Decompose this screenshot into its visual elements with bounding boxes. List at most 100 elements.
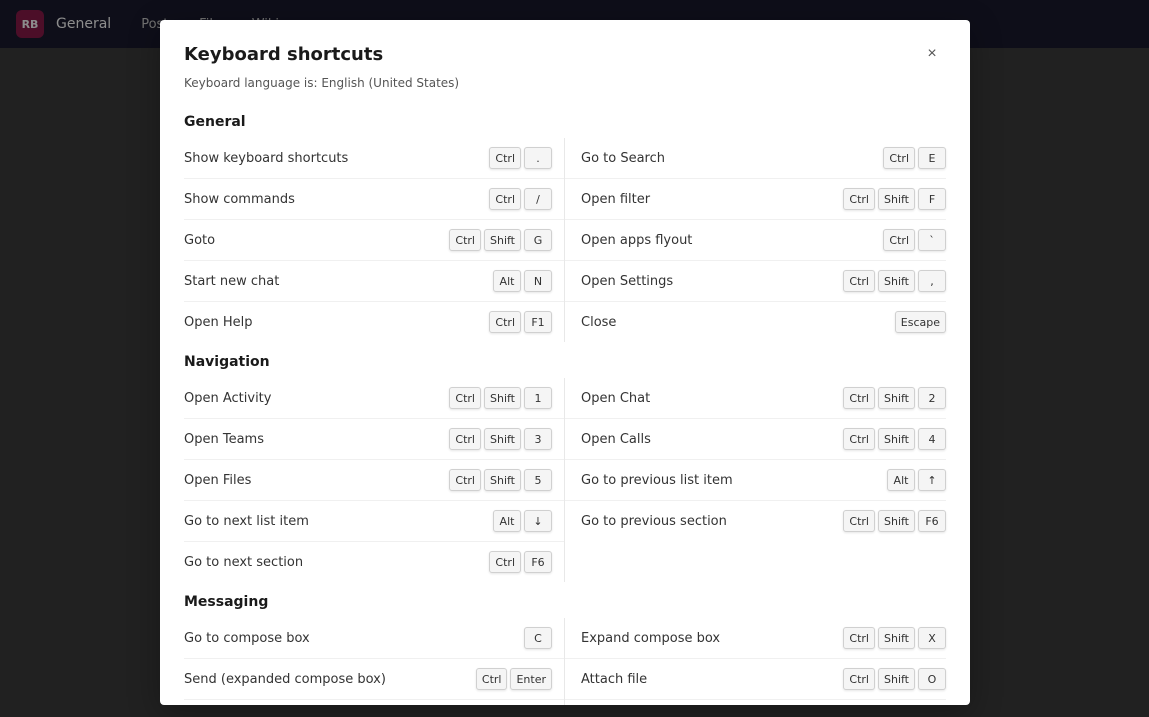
messaging-left-col: Go to compose box C Send (expanded compo… <box>184 618 565 705</box>
shortcut-go-to-next-section: Go to next section Ctrl F6 <box>184 542 564 582</box>
key: F6 <box>524 551 552 573</box>
key: E <box>918 147 946 169</box>
shortcut-start-new-chat: Start new chat Alt N <box>184 261 564 302</box>
key: ↓ <box>524 510 552 532</box>
shortcut-attach-file: Attach file Ctrl Shift O <box>565 659 946 700</box>
key: Ctrl <box>843 270 875 292</box>
general-left-col: Show keyboard shortcuts Ctrl . Show comm… <box>184 138 565 342</box>
key: 1 <box>524 387 552 409</box>
key: ↑ <box>918 469 946 491</box>
navigation-left-col: Open Activity Ctrl Shift 1 Open Teams Ct… <box>184 378 565 582</box>
general-shortcuts-grid: Show keyboard shortcuts Ctrl . Show comm… <box>184 138 946 342</box>
key: O <box>918 668 946 690</box>
key: Ctrl <box>843 428 875 450</box>
key: Alt <box>493 270 521 292</box>
key: Ctrl <box>476 668 508 690</box>
key: 2 <box>918 387 946 409</box>
shortcut-go-to-previous-section: Go to previous section Ctrl Shift F6 <box>565 501 946 541</box>
key: G <box>524 229 552 251</box>
shortcut-close: Close Escape <box>565 302 946 342</box>
key: Shift <box>878 270 915 292</box>
key: Ctrl <box>843 188 875 210</box>
key: Ctrl <box>489 311 521 333</box>
key: , <box>918 270 946 292</box>
shortcut-go-to-compose-box: Go to compose box C <box>184 618 564 659</box>
key: Ctrl <box>449 387 481 409</box>
key: Shift <box>878 510 915 532</box>
navigation-shortcuts-grid: Open Activity Ctrl Shift 1 Open Teams Ct… <box>184 378 946 582</box>
key: Ctrl <box>883 147 915 169</box>
key: Shift <box>878 428 915 450</box>
key: C <box>524 627 552 649</box>
key: Shift <box>878 387 915 409</box>
shortcut-expand-compose-box: Expand compose box Ctrl Shift X <box>565 618 946 659</box>
key: Ctrl <box>489 551 521 573</box>
shortcut-open-calls: Open Calls Ctrl Shift 4 <box>565 419 946 460</box>
close-button[interactable]: × <box>918 40 946 68</box>
section-navigation-title: Navigation <box>184 354 946 370</box>
key: X <box>918 627 946 649</box>
key: Alt <box>887 469 915 491</box>
key: ` <box>918 229 946 251</box>
key: 5 <box>524 469 552 491</box>
key: Shift <box>484 387 521 409</box>
messaging-shortcuts-grid: Go to compose box C Send (expanded compo… <box>184 618 946 705</box>
key: . <box>524 147 552 169</box>
general-right-col: Go to Search Ctrl E Open filter Ctrl Shi… <box>565 138 946 342</box>
section-messaging-title: Messaging <box>184 594 946 610</box>
key: Shift <box>878 188 915 210</box>
key: F <box>918 188 946 210</box>
key: Ctrl <box>449 469 481 491</box>
shortcut-open-filter: Open filter Ctrl Shift F <box>565 179 946 220</box>
shortcut-go-to-search: Go to Search Ctrl E <box>565 138 946 179</box>
shortcut-open-teams: Open Teams Ctrl Shift 3 <box>184 419 564 460</box>
shortcut-go-to-next-list-item: Go to next list item Alt ↓ <box>184 501 564 542</box>
shortcut-show-commands: Show commands Ctrl / <box>184 179 564 220</box>
key: Alt <box>493 510 521 532</box>
key: Ctrl <box>449 229 481 251</box>
section-navigation: Navigation Open Activity Ctrl Shift 1 Op… <box>184 354 946 582</box>
key: Enter <box>510 668 552 690</box>
shortcut-open-activity: Open Activity Ctrl Shift 1 <box>184 378 564 419</box>
shortcut-goto: Goto Ctrl Shift G <box>184 220 564 261</box>
shortcut-open-chat: Open Chat Ctrl Shift 2 <box>565 378 946 419</box>
key: Shift <box>484 469 521 491</box>
shortcut-open-apps-flyout: Open apps flyout Ctrl ` <box>565 220 946 261</box>
shortcut-send-expanded: Send (expanded compose box) Ctrl Enter <box>184 659 564 700</box>
key: 3 <box>524 428 552 450</box>
modal-body: General Show keyboard shortcuts Ctrl . S… <box>160 102 970 705</box>
shortcut-show-keyboard: Show keyboard shortcuts Ctrl . <box>184 138 564 179</box>
modal-subtitle: Keyboard language is: English (United St… <box>160 76 970 102</box>
section-general-title: General <box>184 114 946 130</box>
shortcut-reply-to-thread: Reply to thread R <box>565 700 946 705</box>
key: / <box>524 188 552 210</box>
messaging-right-col: Expand compose box Ctrl Shift X Attach f… <box>565 618 946 705</box>
key: Ctrl <box>489 147 521 169</box>
key: Escape <box>895 311 946 333</box>
key: Shift <box>878 668 915 690</box>
key: Shift <box>878 627 915 649</box>
key: Ctrl <box>449 428 481 450</box>
key: Ctrl <box>489 188 521 210</box>
key: Ctrl <box>843 387 875 409</box>
navigation-right-col: Open Chat Ctrl Shift 2 Open Calls Ctrl S… <box>565 378 946 582</box>
shortcut-open-help: Open Help Ctrl F1 <box>184 302 564 342</box>
key: Ctrl <box>883 229 915 251</box>
keyboard-shortcuts-modal: Keyboard shortcuts × Keyboard language i… <box>160 20 970 705</box>
section-general: General Show keyboard shortcuts Ctrl . S… <box>184 114 946 342</box>
key: 4 <box>918 428 946 450</box>
shortcut-open-files: Open Files Ctrl Shift 5 <box>184 460 564 501</box>
shortcut-open-settings: Open Settings Ctrl Shift , <box>565 261 946 302</box>
key: Shift <box>484 428 521 450</box>
key: F6 <box>918 510 946 532</box>
section-messaging: Messaging Go to compose box C Send (expa… <box>184 594 946 705</box>
shortcut-go-to-previous-list-item: Go to previous list item Alt ↑ <box>565 460 946 501</box>
key: N <box>524 270 552 292</box>
modal-title: Keyboard shortcuts <box>184 44 383 65</box>
key: Ctrl <box>843 668 875 690</box>
key: Shift <box>484 229 521 251</box>
key: F1 <box>524 311 552 333</box>
key: Ctrl <box>843 510 875 532</box>
shortcut-start-new-line: Start new line Shift Enter <box>184 700 564 705</box>
modal-header: Keyboard shortcuts × <box>160 20 970 76</box>
